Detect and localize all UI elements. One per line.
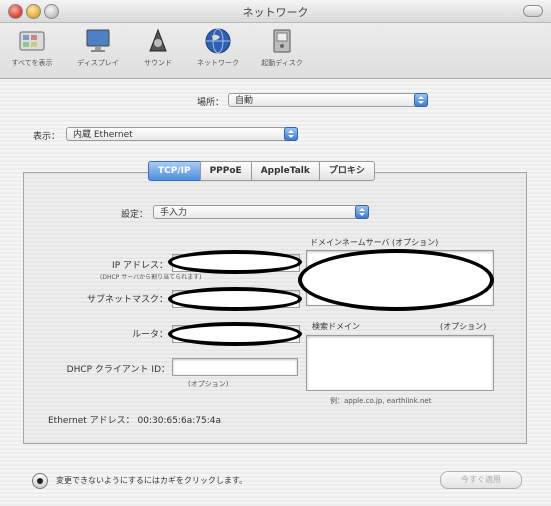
location-label: 場所：	[196, 98, 224, 108]
popup-arrows-icon	[284, 127, 298, 141]
ethernet-address-row: Ethernet アドレス： 00:30:65:6a:75:4a	[48, 413, 221, 426]
dhcp-optional-label: (オプション)	[188, 380, 229, 388]
toolbar-item-label: ディスプレイ	[77, 59, 119, 67]
show-value: 内蔵 Ethernet	[73, 130, 133, 140]
title-bar: ネットワーク	[0, 0, 551, 23]
dhcp-client-id-field[interactable]	[172, 358, 298, 376]
search-domains-field[interactable]	[306, 335, 494, 391]
toolbar-item-label: サウンド	[144, 59, 172, 67]
toolbar-item-label: 起動ディスク	[261, 59, 303, 67]
window-title: ネットワーク	[242, 6, 309, 19]
lock-icon[interactable]	[32, 473, 48, 489]
ethernet-address-label: Ethernet アドレス：	[48, 416, 135, 426]
dhcp-client-id-label: DHCP クライアント ID：	[66, 365, 170, 375]
apply-now-button[interactable]: 今すぐ適用	[440, 471, 522, 489]
example-text: 例：apple.co.jp, earthlink.net	[330, 397, 432, 405]
toolbar-item-display[interactable]: ディスプレイ	[68, 27, 128, 68]
location-popup[interactable]: 自動	[228, 93, 428, 107]
ip-label: IP アドレス：	[112, 261, 168, 271]
toolbar: すべてを表示 ディスプレイ サウンド ネットワーク 起動ディスク	[0, 23, 551, 79]
tab-pppoe[interactable]: PPPoE	[199, 161, 252, 181]
show-popup[interactable]: 内蔵 Ethernet	[66, 127, 298, 141]
subnet-label: サブネットマスク：	[86, 295, 168, 305]
show-all-icon	[18, 27, 46, 55]
lock-text: 変更できないようにするにはカギをクリックします。	[56, 476, 248, 485]
redaction-oval-ip	[168, 250, 302, 274]
network-globe-icon	[204, 27, 232, 55]
show-label: 表示：	[32, 132, 60, 142]
popup-arrows-icon	[355, 205, 369, 219]
network-preferences-window: ネットワーク すべてを表示 ディスプレイ サウンド ネットワーク 起動ディスク …	[0, 0, 551, 506]
tab-proxy[interactable]: プロキシ	[318, 161, 375, 181]
display-icon	[84, 27, 112, 55]
tab-appletalk[interactable]: AppleTalk	[250, 161, 320, 181]
tab-bar: TCP/IP PPPoE AppleTalk プロキシ	[148, 161, 375, 181]
toolbar-item-show-all[interactable]: すべてを表示	[2, 27, 62, 68]
config-label: 設定：	[120, 210, 148, 220]
toolbar-item-label: すべてを表示	[11, 59, 53, 67]
search-domain-optional: (オプション)	[440, 322, 487, 331]
sound-icon	[144, 27, 172, 55]
toolbar-item-network[interactable]: ネットワーク	[188, 27, 248, 68]
location-value: 自動	[235, 96, 254, 106]
config-popup[interactable]: 手入力	[153, 205, 369, 219]
config-value: 手入力	[160, 208, 188, 218]
toolbar-item-sound[interactable]: サウンド	[128, 27, 188, 68]
redaction-oval-dns	[298, 249, 494, 311]
toolbar-item-startup-disk[interactable]: 起動ディスク	[252, 27, 312, 68]
redaction-oval-subnet	[168, 287, 302, 311]
toolbar-toggle-button[interactable]	[523, 5, 543, 17]
toolbar-item-label: ネットワーク	[197, 59, 239, 67]
popup-arrows-icon	[414, 93, 428, 107]
search-domain-label: 検索ドメイン	[312, 322, 360, 331]
dns-label: ドメインネームサーバ (オプション)	[310, 238, 439, 247]
ethernet-address-value: 00:30:65:6a:75:4a	[137, 416, 221, 426]
ip-note: (DHCP サーバから割り当てられます)	[100, 274, 202, 281]
startup-disk-icon	[268, 27, 296, 55]
tab-tcpip[interactable]: TCP/IP	[148, 161, 201, 181]
router-label: ルータ：	[131, 330, 168, 340]
redaction-oval-router	[168, 322, 302, 346]
